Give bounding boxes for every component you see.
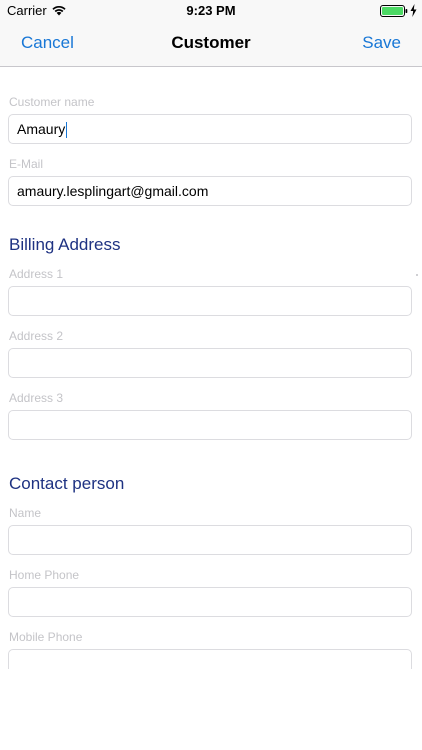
address-3-label: Address 3 bbox=[9, 391, 64, 405]
address-2-input[interactable] bbox=[8, 348, 412, 378]
contact-name-label: Name bbox=[9, 506, 42, 520]
text-cursor bbox=[66, 122, 68, 139]
status-bar: Carrier 9:23 PM bbox=[0, 0, 422, 22]
home-phone-input[interactable] bbox=[8, 587, 412, 617]
customer-name-label: Customer name bbox=[9, 95, 95, 109]
battery-full-icon bbox=[380, 5, 408, 17]
address-1-input[interactable] bbox=[8, 286, 412, 316]
contact-name-input[interactable] bbox=[8, 525, 412, 555]
customer-name-value: Amaury bbox=[17, 121, 66, 137]
mobile-phone-input[interactable] bbox=[8, 649, 412, 669]
email-input[interactable]: amaury.lesplingart@gmail.com bbox=[8, 176, 412, 206]
save-button[interactable]: Save bbox=[362, 33, 401, 53]
mobile-phone-label: Mobile Phone bbox=[9, 630, 83, 644]
bolt-icon bbox=[410, 4, 417, 17]
address-2-label: Address 2 bbox=[9, 329, 64, 343]
customer-form: Customer name Amaury E-Mail amaury.lespl… bbox=[0, 67, 422, 669]
home-phone-label: Home Phone bbox=[9, 568, 80, 582]
scroll-indicator bbox=[416, 274, 418, 276]
navigation-bar: Cancel Customer Save bbox=[0, 22, 422, 67]
status-time: 9:23 PM bbox=[186, 3, 236, 18]
address-1-label: Address 1 bbox=[9, 267, 64, 281]
customer-name-input[interactable]: Amaury bbox=[8, 114, 412, 144]
billing-address-header: Billing Address bbox=[9, 235, 121, 254]
contact-person-header: Contact person bbox=[9, 474, 125, 493]
address-3-input[interactable] bbox=[8, 410, 412, 440]
page-title: Customer bbox=[171, 33, 251, 52]
email-label: E-Mail bbox=[9, 157, 44, 171]
email-value: amaury.lesplingart@gmail.com bbox=[17, 183, 209, 199]
